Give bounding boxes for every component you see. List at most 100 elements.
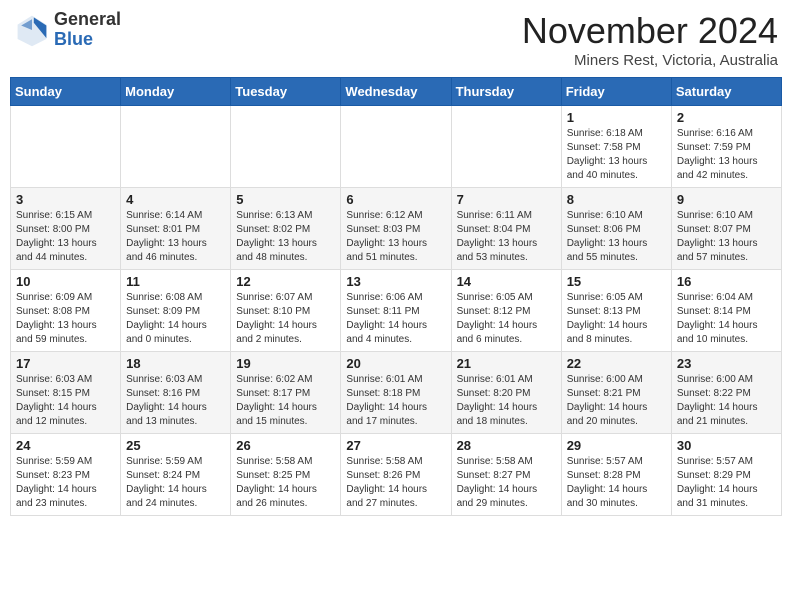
day-info: Sunrise: 6:05 AM Sunset: 8:12 PM Dayligh… (457, 291, 556, 347)
day-info: Sunrise: 6:14 AM Sunset: 8:01 PM Dayligh… (126, 209, 225, 265)
calendar-day-cell: 1 Sunrise: 6:18 AM Sunset: 7:58 PM Daylig… (561, 106, 671, 188)
calendar-day-cell (231, 106, 341, 188)
day-info: Sunrise: 6:00 AM Sunset: 8:21 PM Dayligh… (567, 373, 666, 429)
day-number: 10 (16, 274, 115, 289)
day-number: 24 (16, 438, 115, 453)
day-info: Sunrise: 5:59 AM Sunset: 8:24 PM Dayligh… (126, 455, 225, 511)
logo-text: General Blue (54, 10, 121, 50)
title-block: November 2024 Miners Rest, Victoria, Aus… (522, 10, 778, 69)
day-number: 4 (126, 192, 225, 207)
day-info: Sunrise: 6:10 AM Sunset: 8:07 PM Dayligh… (677, 209, 776, 265)
calendar-title: November 2024 (522, 10, 778, 52)
day-number: 1 (567, 110, 666, 125)
day-number: 12 (236, 274, 335, 289)
day-info: Sunrise: 5:58 AM Sunset: 8:26 PM Dayligh… (346, 455, 445, 511)
day-info: Sunrise: 6:13 AM Sunset: 8:02 PM Dayligh… (236, 209, 335, 265)
day-number: 23 (677, 356, 776, 371)
calendar-day-cell: 14 Sunrise: 6:05 AM Sunset: 8:12 PM Dayli… (451, 270, 561, 352)
day-number: 29 (567, 438, 666, 453)
day-number: 19 (236, 356, 335, 371)
calendar-weekday-header: Friday (561, 78, 671, 106)
calendar-subtitle: Miners Rest, Victoria, Australia (522, 52, 778, 69)
day-info: Sunrise: 6:16 AM Sunset: 7:59 PM Dayligh… (677, 127, 776, 183)
day-info: Sunrise: 5:57 AM Sunset: 8:29 PM Dayligh… (677, 455, 776, 511)
day-number: 17 (16, 356, 115, 371)
calendar-day-cell (341, 106, 451, 188)
day-info: Sunrise: 6:03 AM Sunset: 8:16 PM Dayligh… (126, 373, 225, 429)
calendar-week-row: 24 Sunrise: 5:59 AM Sunset: 8:23 PM Dayli… (11, 434, 782, 516)
calendar-day-cell: 8 Sunrise: 6:10 AM Sunset: 8:06 PM Daylig… (561, 188, 671, 270)
day-info: Sunrise: 5:59 AM Sunset: 8:23 PM Dayligh… (16, 455, 115, 511)
day-number: 2 (677, 110, 776, 125)
day-info: Sunrise: 6:04 AM Sunset: 8:14 PM Dayligh… (677, 291, 776, 347)
day-info: Sunrise: 6:12 AM Sunset: 8:03 PM Dayligh… (346, 209, 445, 265)
logo-general: General (54, 10, 121, 30)
day-info: Sunrise: 6:07 AM Sunset: 8:10 PM Dayligh… (236, 291, 335, 347)
calendar-day-cell (451, 106, 561, 188)
calendar-day-cell: 4 Sunrise: 6:14 AM Sunset: 8:01 PM Daylig… (121, 188, 231, 270)
day-number: 14 (457, 274, 556, 289)
day-number: 18 (126, 356, 225, 371)
day-number: 26 (236, 438, 335, 453)
day-number: 16 (677, 274, 776, 289)
calendar-day-cell: 22Sunrise: 6:00 AM Sunset: 8:21 PM Dayli… (561, 352, 671, 434)
calendar-day-cell: 13 Sunrise: 6:06 AM Sunset: 8:11 PM Dayli… (341, 270, 451, 352)
calendar-day-cell: 27 Sunrise: 5:58 AM Sunset: 8:26 PM Dayli… (341, 434, 451, 516)
day-info: Sunrise: 6:10 AM Sunset: 8:06 PM Dayligh… (567, 209, 666, 265)
day-info: Sunrise: 6:05 AM Sunset: 8:13 PM Dayligh… (567, 291, 666, 347)
calendar-week-row: 10 Sunrise: 6:09 AM Sunset: 8:08 PM Dayli… (11, 270, 782, 352)
day-number: 13 (346, 274, 445, 289)
calendar-day-cell: 7Sunrise: 6:11 AM Sunset: 8:04 PM Daylig… (451, 188, 561, 270)
day-number: 21 (457, 356, 556, 371)
day-number: 3 (16, 192, 115, 207)
calendar-table: SundayMondayTuesdayWednesdayThursdayFrid… (10, 77, 782, 516)
day-number: 27 (346, 438, 445, 453)
calendar-day-cell: 24 Sunrise: 5:59 AM Sunset: 8:23 PM Dayli… (11, 434, 121, 516)
day-info: Sunrise: 6:01 AM Sunset: 8:20 PM Dayligh… (457, 373, 556, 429)
calendar-day-cell: 30Sunrise: 5:57 AM Sunset: 8:29 PM Dayli… (671, 434, 781, 516)
logo-blue: Blue (54, 30, 121, 50)
day-number: 9 (677, 192, 776, 207)
day-number: 20 (346, 356, 445, 371)
calendar-weekday-header: Tuesday (231, 78, 341, 106)
day-info: Sunrise: 5:57 AM Sunset: 8:28 PM Dayligh… (567, 455, 666, 511)
calendar-day-cell: 17 Sunrise: 6:03 AM Sunset: 8:15 PM Dayli… (11, 352, 121, 434)
calendar-day-cell: 23 Sunrise: 6:00 AM Sunset: 8:22 PM Dayli… (671, 352, 781, 434)
calendar-weekday-header: Saturday (671, 78, 781, 106)
day-info: Sunrise: 5:58 AM Sunset: 8:25 PM Dayligh… (236, 455, 335, 511)
calendar-day-cell: 12 Sunrise: 6:07 AM Sunset: 8:10 PM Dayli… (231, 270, 341, 352)
logo-icon (14, 12, 50, 48)
calendar-day-cell: 9 Sunrise: 6:10 AM Sunset: 8:07 PM Daylig… (671, 188, 781, 270)
day-info: Sunrise: 6:11 AM Sunset: 8:04 PM Dayligh… (457, 209, 556, 265)
calendar-day-cell: 29 Sunrise: 5:57 AM Sunset: 8:28 PM Dayli… (561, 434, 671, 516)
day-info: Sunrise: 6:09 AM Sunset: 8:08 PM Dayligh… (16, 291, 115, 347)
day-number: 8 (567, 192, 666, 207)
day-number: 28 (457, 438, 556, 453)
day-info: Sunrise: 6:06 AM Sunset: 8:11 PM Dayligh… (346, 291, 445, 347)
day-info: Sunrise: 6:01 AM Sunset: 8:18 PM Dayligh… (346, 373, 445, 429)
day-info: Sunrise: 6:18 AM Sunset: 7:58 PM Dayligh… (567, 127, 666, 183)
page-header: General Blue November 2024 Miners Rest, … (10, 10, 782, 69)
calendar-day-cell: 21 Sunrise: 6:01 AM Sunset: 8:20 PM Dayli… (451, 352, 561, 434)
day-number: 25 (126, 438, 225, 453)
calendar-day-cell: 10 Sunrise: 6:09 AM Sunset: 8:08 PM Dayli… (11, 270, 121, 352)
calendar-day-cell (121, 106, 231, 188)
calendar-day-cell (11, 106, 121, 188)
day-number: 6 (346, 192, 445, 207)
calendar-week-row: 1 Sunrise: 6:18 AM Sunset: 7:58 PM Daylig… (11, 106, 782, 188)
calendar-weekday-header: Monday (121, 78, 231, 106)
day-info: Sunrise: 6:15 AM Sunset: 8:00 PM Dayligh… (16, 209, 115, 265)
day-number: 11 (126, 274, 225, 289)
day-info: Sunrise: 6:00 AM Sunset: 8:22 PM Dayligh… (677, 373, 776, 429)
day-info: Sunrise: 6:02 AM Sunset: 8:17 PM Dayligh… (236, 373, 335, 429)
calendar-week-row: 3 Sunrise: 6:15 AM Sunset: 8:00 PM Daylig… (11, 188, 782, 270)
calendar-day-cell: 18 Sunrise: 6:03 AM Sunset: 8:16 PM Dayli… (121, 352, 231, 434)
calendar-day-cell: 28Sunrise: 5:58 AM Sunset: 8:27 PM Dayli… (451, 434, 561, 516)
calendar-weekday-header: Thursday (451, 78, 561, 106)
day-number: 5 (236, 192, 335, 207)
day-number: 15 (567, 274, 666, 289)
calendar-day-cell: 16 Sunrise: 6:04 AM Sunset: 8:14 PM Dayli… (671, 270, 781, 352)
calendar-week-row: 17 Sunrise: 6:03 AM Sunset: 8:15 PM Dayli… (11, 352, 782, 434)
calendar-day-cell: 25 Sunrise: 5:59 AM Sunset: 8:24 PM Dayli… (121, 434, 231, 516)
day-info: Sunrise: 6:03 AM Sunset: 8:15 PM Dayligh… (16, 373, 115, 429)
